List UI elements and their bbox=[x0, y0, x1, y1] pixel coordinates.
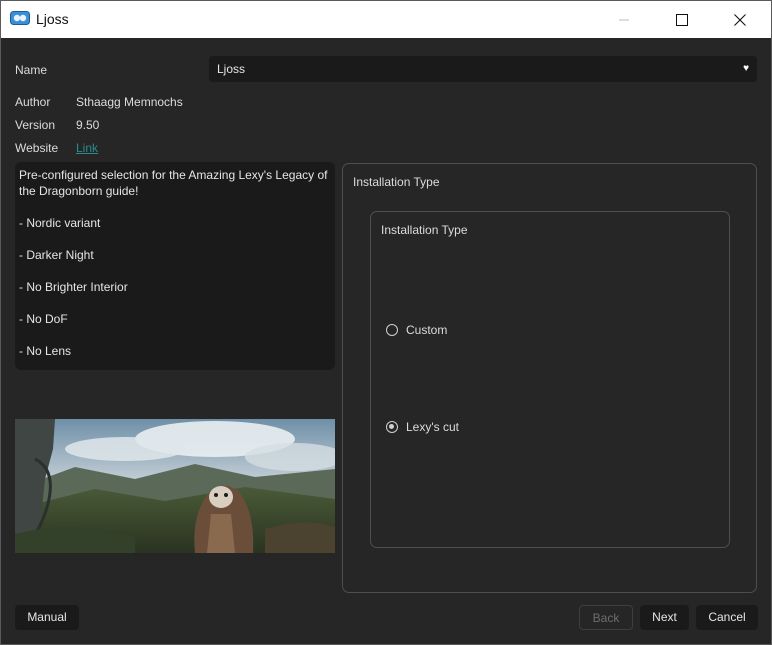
description-line: - Nordic variant bbox=[19, 216, 101, 230]
description-line: - No Brighter Interior bbox=[19, 280, 128, 294]
option-custom[interactable]: Custom bbox=[386, 322, 447, 338]
cancel-button[interactable]: Cancel bbox=[696, 605, 758, 630]
author-label: Author bbox=[15, 95, 51, 109]
name-dropdown-value: Ljoss bbox=[217, 62, 246, 76]
installation-type-group-title: Installation Type bbox=[353, 175, 440, 189]
description-line: Pre-configured selection for the Amazing… bbox=[19, 168, 328, 198]
installation-type-options: Installation Type Custom Lexy's cut bbox=[370, 211, 730, 548]
name-label: Name bbox=[15, 63, 48, 77]
website-label: Website bbox=[15, 141, 59, 155]
minimize-button[interactable] bbox=[595, 1, 653, 38]
minimize-icon bbox=[619, 19, 629, 20]
version-label: Version bbox=[15, 118, 56, 132]
back-button[interactable]: Back bbox=[579, 605, 633, 630]
installer-content: Name Ljoss ♥ Author Sthaagg Memnochs Ver… bbox=[1, 38, 771, 644]
installer-logo-icon bbox=[10, 11, 30, 25]
next-button[interactable]: Next bbox=[640, 605, 689, 630]
maximize-button[interactable] bbox=[653, 1, 711, 38]
description-line: - No DoF bbox=[19, 312, 68, 326]
option-lexys-cut[interactable]: Lexy's cut bbox=[386, 419, 459, 435]
radio-button-unchecked[interactable] bbox=[386, 324, 398, 336]
author-value: Sthaagg Memnochs bbox=[76, 95, 183, 109]
description-line: - Darker Night bbox=[19, 248, 94, 262]
installer-window: Ljoss Name Ljoss ♥ Author Sthaagg Memnoc… bbox=[0, 0, 772, 645]
website-link[interactable]: Link bbox=[76, 141, 98, 155]
manual-button[interactable]: Manual bbox=[15, 605, 79, 630]
description-box[interactable]: Pre-configured selection for the Amazing… bbox=[15, 162, 335, 370]
installation-type-inner-title: Installation Type bbox=[381, 223, 468, 237]
window-title: Ljoss bbox=[36, 11, 69, 27]
preview-image bbox=[15, 419, 335, 553]
option-lexys-cut-label: Lexy's cut bbox=[406, 420, 459, 434]
heart-dropdown-icon: ♥ bbox=[743, 63, 749, 74]
radio-button-checked[interactable] bbox=[386, 421, 398, 433]
title-bar[interactable]: Ljoss bbox=[1, 1, 771, 38]
version-value: 9.50 bbox=[76, 118, 100, 132]
close-icon bbox=[734, 13, 746, 26]
description-line: - No Lens bbox=[19, 344, 72, 358]
maximize-icon bbox=[676, 13, 688, 26]
option-custom-label: Custom bbox=[406, 323, 448, 337]
installation-type-group: Installation Type Installation Type Cust… bbox=[342, 163, 757, 593]
close-button[interactable] bbox=[711, 1, 769, 38]
name-dropdown[interactable]: Ljoss ♥ bbox=[209, 56, 757, 82]
